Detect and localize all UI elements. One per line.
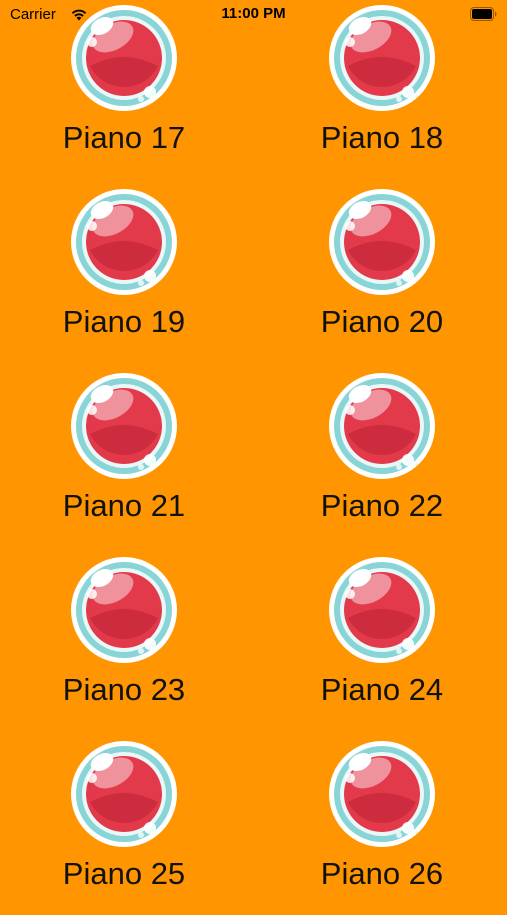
- red-bubble-icon[interactable]: [328, 372, 436, 480]
- piano-label: Piano 26: [320, 856, 444, 891]
- piano-item[interactable]: Piano 22: [282, 372, 482, 547]
- piano-item[interactable]: Piano 21: [24, 372, 224, 547]
- piano-label: Piano 19: [62, 304, 186, 339]
- piano-label: Piano 25: [62, 856, 186, 891]
- piano-item[interactable]: Piano 25: [24, 740, 224, 915]
- piano-label: Piano 22: [320, 488, 444, 523]
- red-bubble-icon[interactable]: [328, 740, 436, 848]
- red-bubble-icon[interactable]: [70, 372, 178, 480]
- red-bubble-icon[interactable]: [70, 740, 178, 848]
- red-bubble-icon[interactable]: [70, 556, 178, 664]
- piano-item[interactable]: Piano 26: [282, 740, 482, 915]
- piano-item[interactable]: Piano 23: [24, 556, 224, 731]
- piano-grid: Piano 17 Piano 18 Piano 19 Piano 20 Pian…: [0, 0, 507, 900]
- piano-label: Piano 24: [320, 672, 444, 707]
- red-bubble-icon[interactable]: [328, 556, 436, 664]
- piano-item[interactable]: Piano 19: [24, 188, 224, 363]
- red-bubble-icon[interactable]: [328, 188, 436, 296]
- piano-label: Piano 17: [62, 120, 186, 155]
- piano-label: Piano 21: [62, 488, 186, 523]
- status-bar: Carrier 11:00 PM: [0, 0, 507, 30]
- piano-label: Piano 20: [320, 304, 444, 339]
- piano-label: Piano 18: [320, 120, 444, 155]
- piano-item[interactable]: Piano 24: [282, 556, 482, 731]
- piano-item[interactable]: Piano 17: [24, 4, 224, 179]
- battery-icon: [470, 7, 497, 21]
- piano-item[interactable]: Piano 20: [282, 188, 482, 363]
- red-bubble-icon[interactable]: [70, 188, 178, 296]
- piano-item[interactable]: Piano 18: [282, 4, 482, 179]
- piano-label: Piano 23: [62, 672, 186, 707]
- status-time: 11:00 PM: [221, 5, 286, 22]
